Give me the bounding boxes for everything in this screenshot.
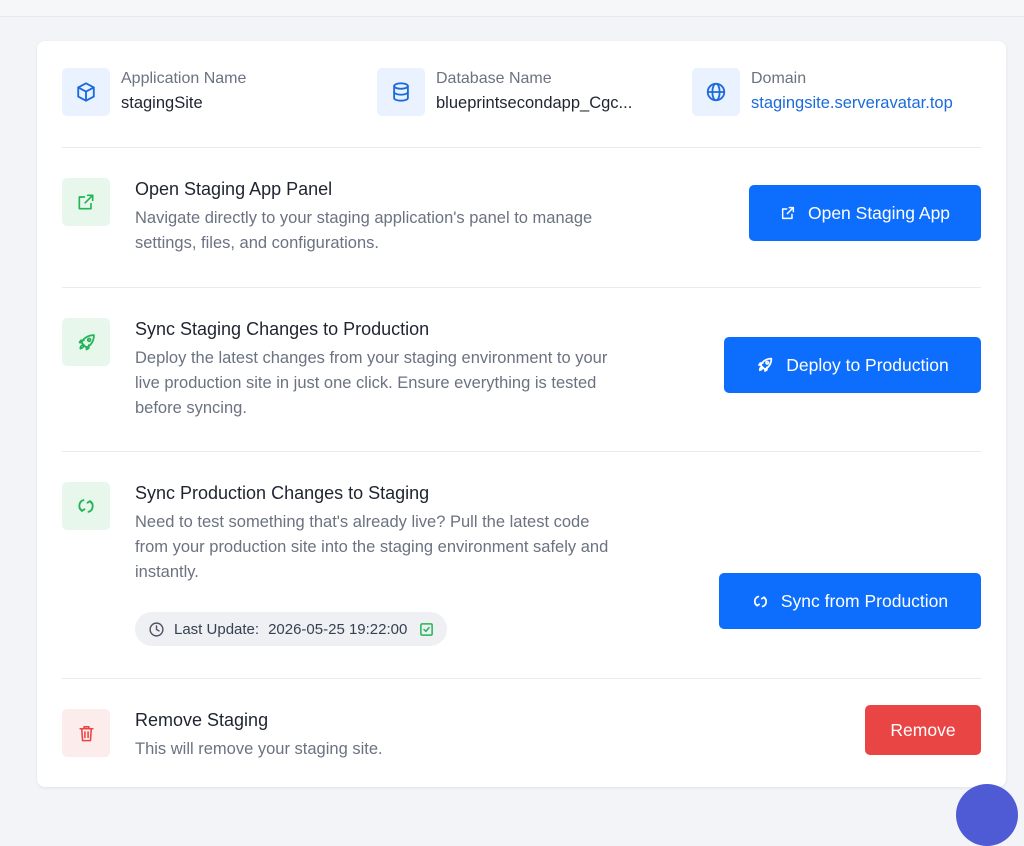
button-label: Open Staging App: [807, 202, 951, 223]
section-description-line: Deploy the latest changes from your stag…: [135, 349, 608, 367]
divider: [62, 678, 981, 679]
info-row: Application Name stagingSite Database Na…: [37, 68, 1006, 116]
domain-link[interactable]: stagingsite.serveravatar.top: [751, 92, 953, 114]
section-description-line: instantly.: [135, 563, 199, 581]
top-strip: [0, 0, 1024, 17]
database-name-label: Database Name: [436, 70, 552, 87]
open-staging-app-section: Open Staging App Panel Navigate directly…: [62, 178, 981, 268]
section-title: Sync Production Changes to Staging: [135, 483, 430, 503]
database-name-value: blueprintsecondapp_Cgc...: [436, 94, 633, 112]
divider: [62, 451, 981, 452]
button-label: Deploy to Production: [786, 354, 949, 375]
application-name-label: Application Name: [121, 70, 247, 87]
deploy-to-production-button[interactable]: Deploy to Production: [724, 337, 981, 393]
rocket-icon: [62, 318, 110, 366]
section-description-line: from your production site into the stagi…: [135, 538, 609, 556]
cube-icon: [62, 68, 110, 116]
remove-staging-section: Remove Staging This will remove your sta…: [62, 705, 981, 769]
last-update-label: Last Update:: [174, 620, 260, 638]
rocket-icon: [758, 357, 773, 372]
external-link-icon: [781, 206, 795, 220]
remove-button[interactable]: Remove: [865, 705, 981, 755]
deploy-section: Sync Staging Changes to Production Deplo…: [62, 318, 981, 428]
last-update-badge: Last Update: 2026-05-25 19:22:00: [135, 612, 448, 646]
external-link-icon: [62, 178, 110, 226]
clock-icon: [149, 621, 164, 637]
database-icon: [377, 68, 425, 116]
sync-section: Sync Production Changes to Staging Need …: [62, 482, 981, 662]
staging-card: Application Name stagingSite Database Na…: [37, 41, 1006, 787]
last-update-value: 2026-05-25 19:22:00: [268, 620, 408, 638]
sync-icon: [753, 595, 767, 607]
chat-fab-button[interactable]: [956, 784, 1018, 846]
section-description-line: live production site in just one click. …: [135, 374, 597, 392]
trash-icon: [62, 709, 110, 757]
button-label: Remove: [890, 719, 956, 740]
open-staging-app-button[interactable]: Open Staging App: [749, 185, 981, 241]
section-title: Sync Staging Changes to Production: [135, 319, 430, 339]
globe-icon: [692, 68, 740, 116]
application-info: Application Name stagingSite: [62, 68, 246, 116]
button-label: Sync from Production: [780, 590, 949, 611]
database-info: Database Name blueprintsecondapp_Cgc...: [377, 68, 632, 116]
section-description-line: settings, files, and configurations.: [135, 234, 379, 252]
domain-label: Domain: [751, 70, 807, 87]
divider: [62, 287, 981, 288]
section-title: Remove Staging: [135, 710, 269, 730]
divider: [62, 147, 981, 148]
sync-from-production-button[interactable]: Sync from Production: [719, 573, 981, 629]
section-description-line: This will remove your staging site.: [135, 740, 383, 758]
section-title: Open Staging App Panel: [135, 179, 333, 199]
sync-icon: [62, 482, 110, 530]
checkbox-check-icon: [420, 622, 434, 636]
section-description-line: Need to test something that's already li…: [135, 513, 590, 531]
application-name-value: stagingSite: [121, 94, 203, 112]
section-description-line: Navigate directly to your staging applic…: [135, 209, 593, 227]
section-description-line: before syncing.: [135, 399, 247, 417]
domain-info: Domain stagingsite.serveravatar.top: [692, 68, 953, 116]
